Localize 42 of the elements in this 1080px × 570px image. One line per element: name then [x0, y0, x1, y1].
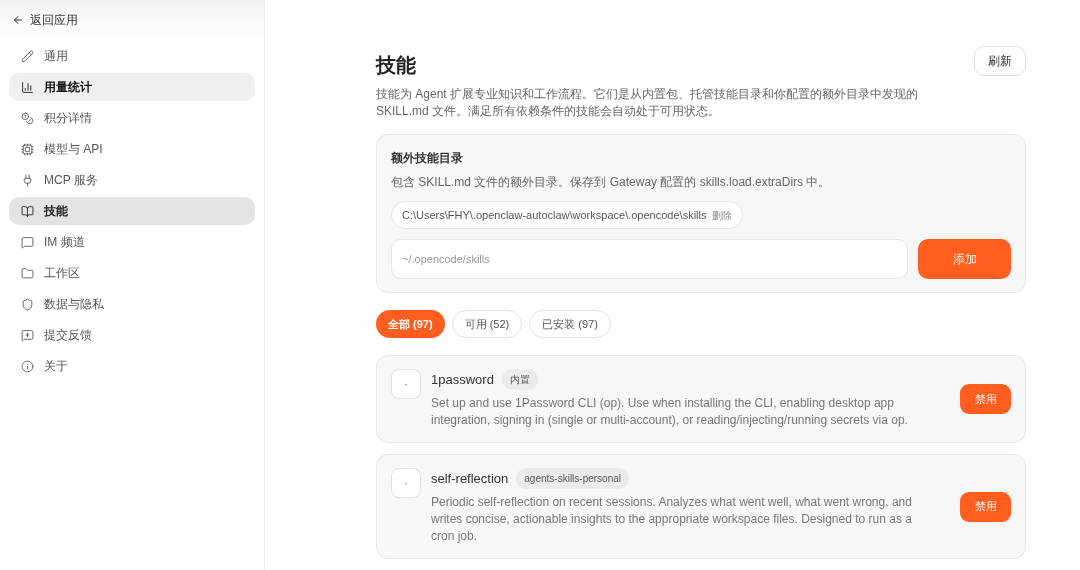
directory-input[interactable]: ~/.opencode/skills: [391, 239, 908, 279]
folder-icon: [21, 266, 34, 280]
feedback-icon: [21, 328, 34, 342]
bar-chart-icon: [21, 80, 34, 94]
skill-tag: agents-skills-personal: [516, 468, 630, 489]
filter-tab[interactable]: 已安装 (97): [529, 310, 611, 338]
skill-tag: 内置: [501, 369, 538, 390]
skill-description: Set up and use 1Password CLI (op). Use when installing the CLI, enabling desktop app integration, signing in (single or multi-account), or reading/injecting/running secrets via op.: [431, 395, 909, 429]
coins-icon: [21, 111, 34, 125]
sidebar-item[interactable]: 数据与隐私: [9, 290, 255, 318]
filter-tab[interactable]: 可用 (52): [451, 310, 523, 338]
sidebar-item[interactable]: 技能: [9, 197, 255, 225]
sidebar-item[interactable]: 模型与 API: [9, 135, 255, 163]
back-button[interactable]: 返回应用: [12, 11, 78, 29]
page-title: 技能: [376, 53, 416, 78]
sidebar-item[interactable]: 积分详情: [9, 104, 255, 132]
book-icon: [21, 204, 34, 218]
sidebar-item[interactable]: 用量统计: [9, 73, 255, 101]
sidebar-item[interactable]: IM 频道: [9, 228, 255, 256]
chip-icon: [21, 142, 34, 156]
sidebar-item[interactable]: 关于: [9, 352, 255, 380]
skill-name: 1password: [431, 370, 494, 389]
sidebar-item[interactable]: 工作区: [9, 259, 255, 287]
sidebar-item[interactable]: MCP 服务: [9, 166, 255, 194]
sidebar-item[interactable]: 通用: [9, 42, 255, 70]
card-title: 额外技能目录: [391, 150, 464, 167]
info-icon: [21, 359, 34, 373]
shield-icon: [21, 297, 34, 311]
message-icon: [21, 235, 34, 249]
refresh-button[interactable]: 刷新: [974, 46, 1026, 76]
plug-icon: [21, 173, 34, 187]
sidebar-item[interactable]: 提交反馈: [9, 321, 255, 349]
skill-icon: ·: [391, 468, 421, 498]
skill-description: Periodic self-reflection on recent sessions. Analyzes what went well, what went wrong, and writes concise, actionable insights to the appropriate workspace files. Designed to run as a cron job.: [431, 494, 913, 545]
remove-link[interactable]: 删除: [712, 207, 733, 223]
skill-icon: ·: [391, 369, 421, 399]
back-arrow-icon: [12, 14, 24, 26]
page-description: 技能为 Agent 扩展专业知识和工作流程。它们是从内置包、托管技能目录和你配置的额外目录中发现的 SKILL.md 文件。满足所有依赖条件的技能会自动处于可用状态。: [376, 86, 920, 120]
card-description: 包含 SKILL.md 文件的额外目录。保存到 Gateway 配置的 skills.load.extraDirs 中。: [391, 174, 832, 191]
pencil-icon: [21, 49, 34, 63]
skill-name: self-reflection: [431, 469, 509, 488]
directory-path: C:\Users\FHY\.openclaw-autoclaw\workspace\.opencode\skills: [402, 207, 707, 223]
